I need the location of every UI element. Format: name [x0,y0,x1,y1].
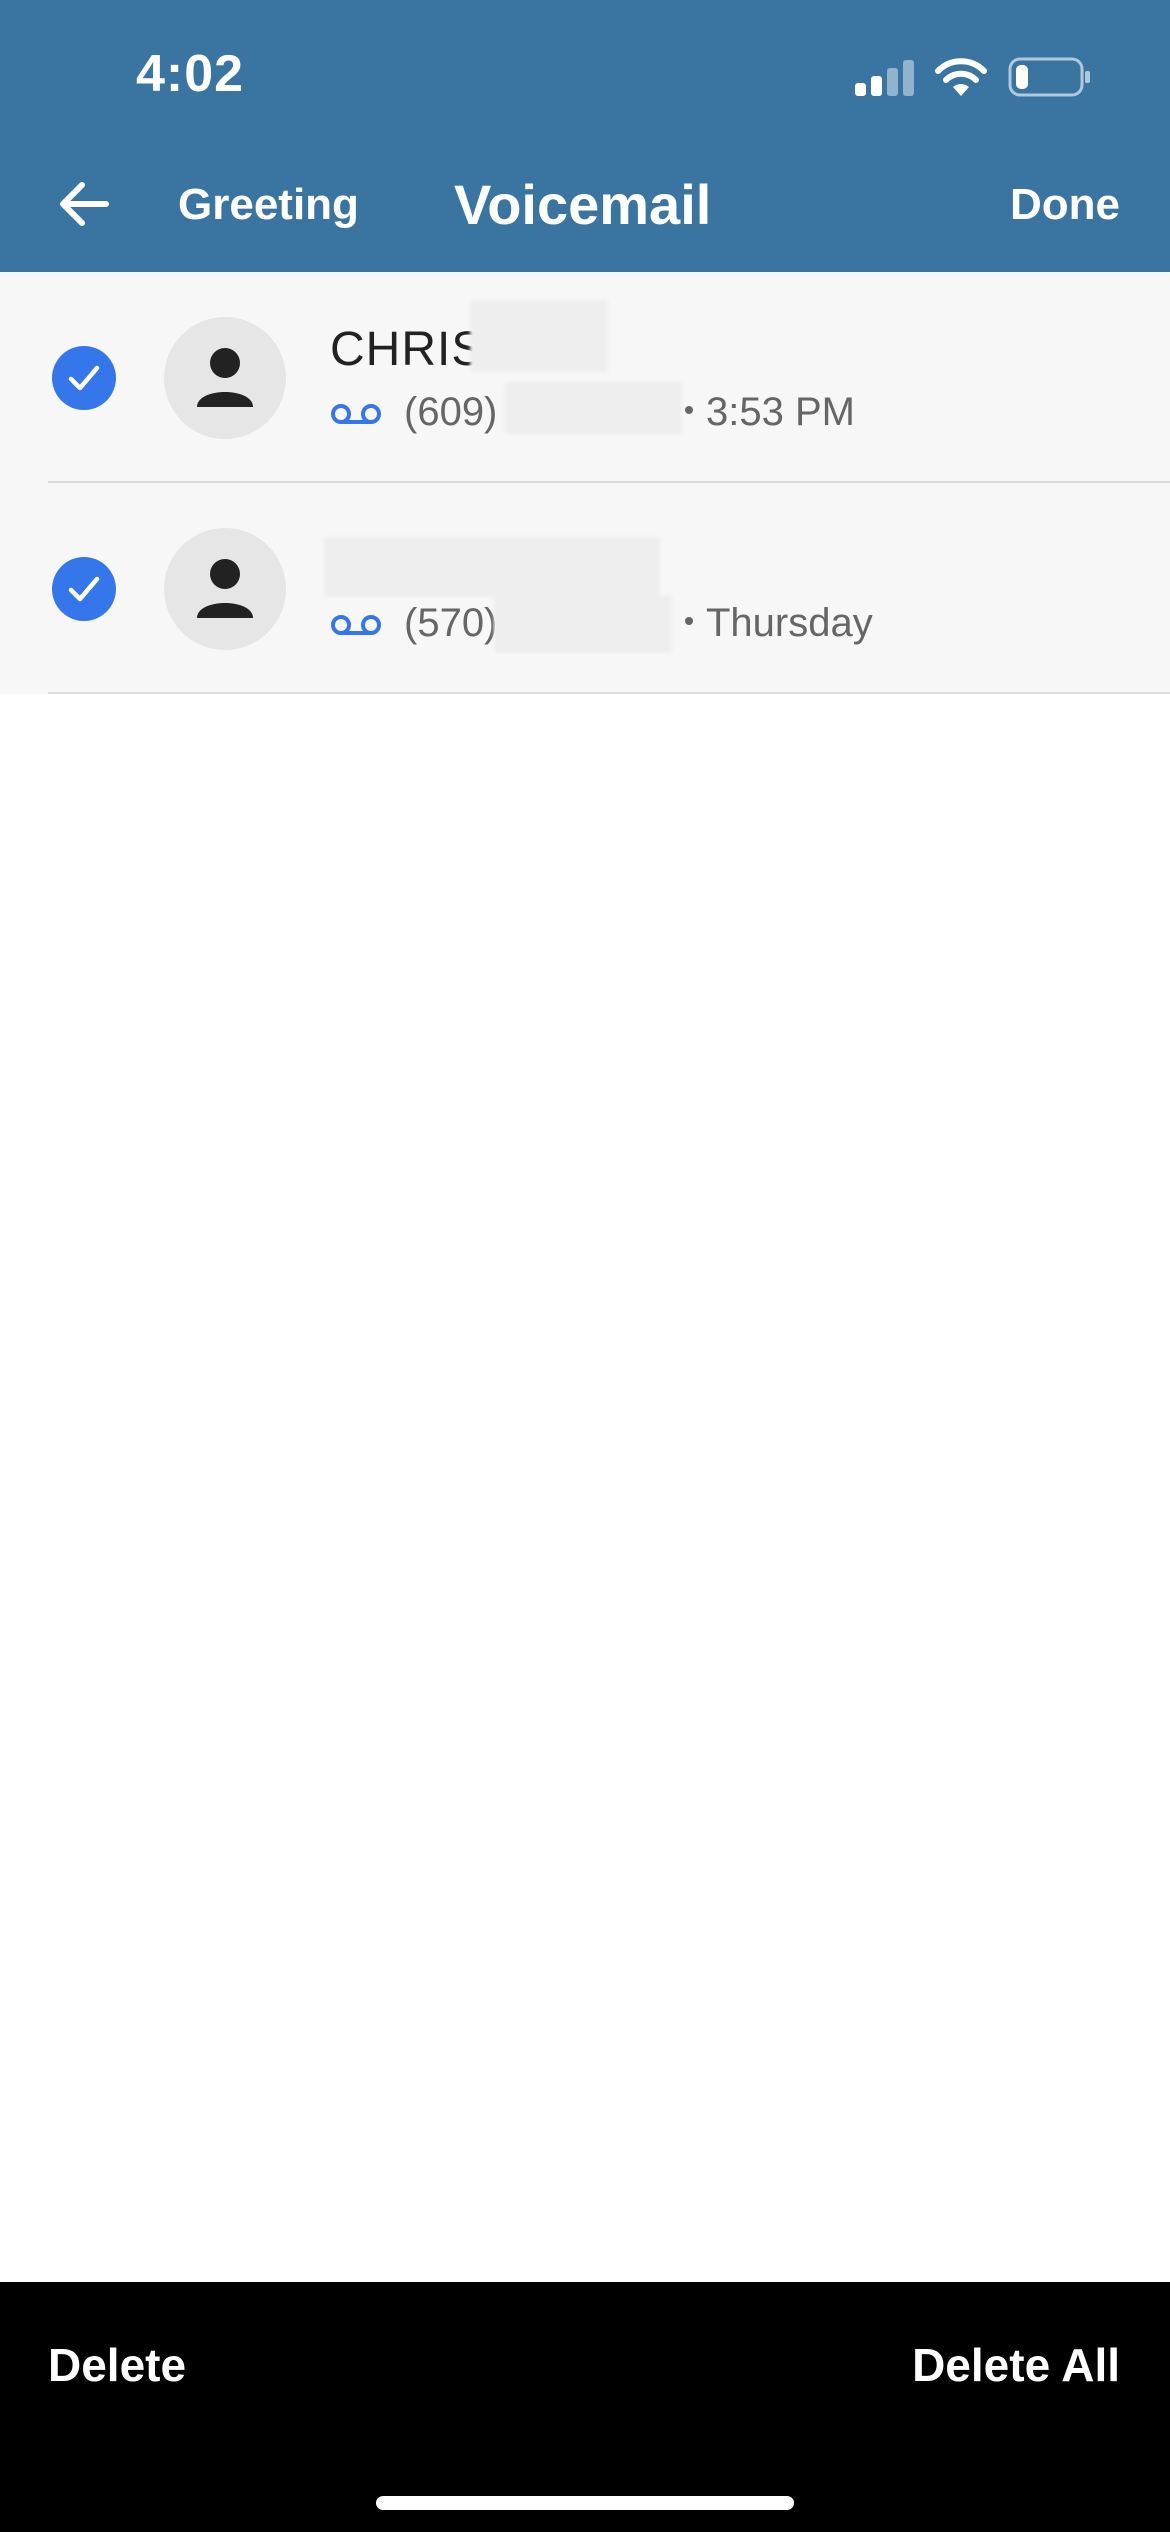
battery-icon [1008,57,1090,97]
avatar [164,317,286,439]
caller-name: CHRIS [330,323,485,376]
divider [48,692,1170,694]
done-button[interactable]: Done [1010,180,1120,230]
delete-button[interactable]: Delete [48,2338,186,2392]
voicemail-icon [331,404,381,424]
page-title: Voicemail [454,173,712,236]
checkmark-icon[interactable] [52,346,116,410]
voicemail-edit-screen: 4:02 Greeting Voicemail Done CHRIS (609)… [0,0,1170,2532]
back-arrow-icon[interactable] [56,176,112,232]
redacted-number [494,595,672,653]
caller-number: (609) [404,390,498,434]
avatar [164,528,286,650]
redacted-name [470,300,608,372]
person-icon [197,348,253,407]
home-indicator[interactable] [376,2496,794,2510]
list-item[interactable]: CHRIS (609) 3:53 PM [0,272,1170,483]
voicemail-time: Thursday [706,601,873,645]
separator-dot [685,617,693,625]
voicemail-time: 3:53 PM [706,390,855,434]
greeting-button[interactable]: Greeting [178,180,359,230]
separator-dot [685,406,693,414]
redacted-name [324,537,660,597]
redacted-number [504,382,682,434]
person-icon [197,559,253,618]
delete-all-button[interactable]: Delete All [912,2338,1120,2392]
list-item[interactable]: (570) Thursday [0,483,1170,694]
cellular-signal-icon [855,60,917,96]
voicemail-icon [331,615,381,635]
header: 4:02 Greeting Voicemail Done [0,0,1170,272]
wifi-icon [935,58,987,96]
checkmark-icon[interactable] [52,557,116,621]
voicemail-list: CHRIS (609) 3:53 PM (570) Thursday [0,272,1170,694]
status-time: 4:02 [136,45,245,103]
bottom-toolbar: Delete Delete All [0,2282,1170,2532]
caller-number: (570) [404,601,498,645]
